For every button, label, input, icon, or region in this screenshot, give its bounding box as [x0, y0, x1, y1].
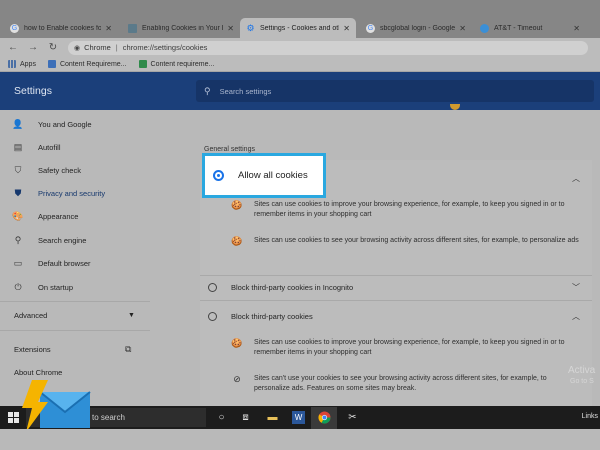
cookie-detail-row: ⊘ Sites can't use your cookies to see yo…: [200, 374, 592, 394]
radio-allow-all-selected[interactable]: [213, 170, 224, 181]
cookie-settings-card: ︿ 🍪 Sites can use cookies to improve you…: [200, 160, 592, 420]
chevron-up-icon[interactable]: ︿: [572, 173, 580, 184]
cookie-detail-row: 🍪 Sites can use cookies to improve your …: [231, 200, 565, 218]
address-bar[interactable]: ◉ Chrome | chrome://settings/cookies: [68, 40, 588, 55]
forward-arrow-icon[interactable]: →: [26, 41, 40, 55]
sidebar-item-safety-check[interactable]: ⛉ Safety check: [0, 160, 196, 180]
address-separator: |: [115, 43, 118, 52]
sidebar-item-extensions[interactable]: Extensions ⧉: [0, 339, 196, 359]
caret-down-icon: ▼: [128, 311, 135, 319]
chevron-down-icon[interactable]: ﹀: [572, 282, 580, 293]
cookie-icon: 🍪: [231, 200, 243, 210]
cortana-icon[interactable]: ○: [215, 411, 228, 424]
page-icon: [128, 23, 137, 33]
close-icon[interactable]: ✕: [573, 24, 580, 33]
allow-all-cookies-highlight[interactable]: Allow all cookies: [202, 153, 326, 198]
word-icon[interactable]: W: [292, 411, 305, 424]
cookie-icon: 🍪: [231, 338, 243, 348]
sidebar-divider: [0, 330, 150, 331]
settings-search[interactable]: ⚲: [196, 80, 594, 102]
clipboard-icon: ▤: [13, 141, 23, 152]
activate-windows-watermark: Activa: [568, 365, 596, 376]
address-url: chrome://settings/cookies: [122, 43, 208, 52]
divider: [200, 300, 592, 301]
screenshot: G how to Enable cookies for a s ✕ Enabli…: [0, 0, 600, 450]
bookmark-apps[interactable]: Apps: [8, 60, 36, 68]
bookmarks-bar: Apps Content Requireme... Content requir…: [0, 57, 600, 72]
cookie-icon: 🍪: [231, 236, 243, 246]
gear-icon: ⚙: [246, 22, 255, 33]
tab-enabling-cookies[interactable]: Enabling Cookies in Your Bro ✕: [122, 18, 240, 38]
power-icon: ⏻: [14, 281, 22, 292]
external-link-icon: ⧉: [125, 343, 132, 354]
browser-toolbar: ← → ↻ ◉ Chrome | chrome://settings/cooki…: [0, 38, 600, 57]
search-icon: ⚲: [204, 85, 211, 96]
chrome-icon: ◉: [74, 44, 81, 52]
att-icon: [480, 23, 489, 33]
bottom-strip: [0, 429, 600, 450]
search-icon: ⚲: [14, 234, 22, 245]
google-icon: G: [366, 23, 375, 33]
allow-all-cookies-label: Allow all cookies: [238, 170, 308, 181]
palette-icon: 🎨: [12, 210, 24, 221]
google-icon: G: [10, 23, 19, 33]
blocked-icon: ⊘: [233, 374, 241, 384]
back-arrow-icon[interactable]: ←: [6, 41, 20, 55]
bookmark-content-requirements-doc[interactable]: Content Requireme...: [47, 60, 127, 68]
option-block-third-party-cookies[interactable]: Block third-party cookies ︿: [200, 306, 592, 326]
sidebar-item-advanced[interactable]: Advanced ▼: [0, 305, 196, 325]
cookie-detail-row: 🍪 Sites can use cookies to improve your …: [231, 338, 565, 356]
taskbar-links[interactable]: Links: [582, 413, 598, 420]
snipping-tool-icon[interactable]: ✂: [346, 411, 359, 424]
shield-icon: ⛊: [14, 187, 22, 198]
tab-strip: G how to Enable cookies for a s ✕ Enabli…: [0, 0, 600, 38]
reload-icon[interactable]: ↻: [46, 41, 60, 55]
sidebar-divider: [0, 301, 150, 302]
sidebar-item-you-and-google[interactable]: 👤 You and Google: [0, 114, 196, 134]
shield-check-icon: ⛉: [14, 164, 22, 175]
tab-how-to-enable-cookies[interactable]: G how to Enable cookies for a s ✕: [4, 18, 118, 38]
task-view-icon[interactable]: ⧈: [239, 411, 252, 424]
sheets-icon: [138, 60, 147, 68]
section-heading: General settings: [204, 146, 255, 153]
sidebar-item-appearance[interactable]: 🎨 Appearance: [0, 206, 196, 226]
sidebar-item-autofill[interactable]: ▤ Autofill: [0, 137, 196, 157]
person-icon: 👤: [12, 118, 24, 129]
sidebar-item-search-engine[interactable]: ⚲ Search engine: [0, 230, 196, 250]
tab-att-timeout[interactable]: AT&T - Timeout ✕: [474, 18, 586, 38]
settings-sidebar: 👤 You and Google ▤ Autofill ⛉ Safety che…: [0, 110, 196, 406]
option-block-third-party-incognito[interactable]: Block third-party cookies in Incognito ﹀: [200, 277, 592, 297]
settings-header: Settings ⚲: [0, 72, 600, 110]
radio-block-third-party[interactable]: [208, 311, 217, 321]
file-explorer-icon[interactable]: ▬: [266, 411, 279, 424]
cookie-detail-row: 🍪 Sites can use cookies to see your brow…: [231, 236, 579, 246]
chevron-up-icon[interactable]: ︿: [572, 311, 580, 322]
search-input[interactable]: [219, 86, 580, 96]
radio-block-incognito[interactable]: [208, 282, 217, 292]
tab-settings-cookies[interactable]: ⚙ Settings - Cookies and other ✕: [240, 18, 356, 38]
browser-icon: ▭: [13, 257, 23, 268]
close-icon[interactable]: ✕: [459, 24, 466, 33]
close-icon[interactable]: ✕: [343, 24, 350, 33]
tab-sbcglobal-login[interactable]: G sbcglobal login - Google Sea ✕: [360, 18, 472, 38]
sidebar-item-default-browser[interactable]: ▭ Default browser: [0, 253, 196, 273]
docs-icon: [47, 60, 56, 68]
chrome-icon[interactable]: [318, 411, 331, 424]
sidebar-item-on-startup[interactable]: ⏻ On startup: [0, 277, 196, 297]
activate-windows-subtext: Go to S: [570, 378, 594, 385]
sidebar-item-privacy-and-security[interactable]: ⛊ Privacy and security: [0, 183, 196, 203]
envelope-lightning-logo: [22, 380, 91, 432]
close-icon[interactable]: ✕: [105, 24, 112, 33]
close-icon[interactable]: ✕: [227, 24, 234, 33]
bookmark-content-requirements-sheet[interactable]: Content requireme...: [138, 60, 214, 68]
page-title: Settings: [14, 85, 52, 97]
divider: [200, 275, 592, 276]
address-scheme: Chrome: [84, 43, 111, 52]
apps-grid-icon: [8, 60, 16, 68]
